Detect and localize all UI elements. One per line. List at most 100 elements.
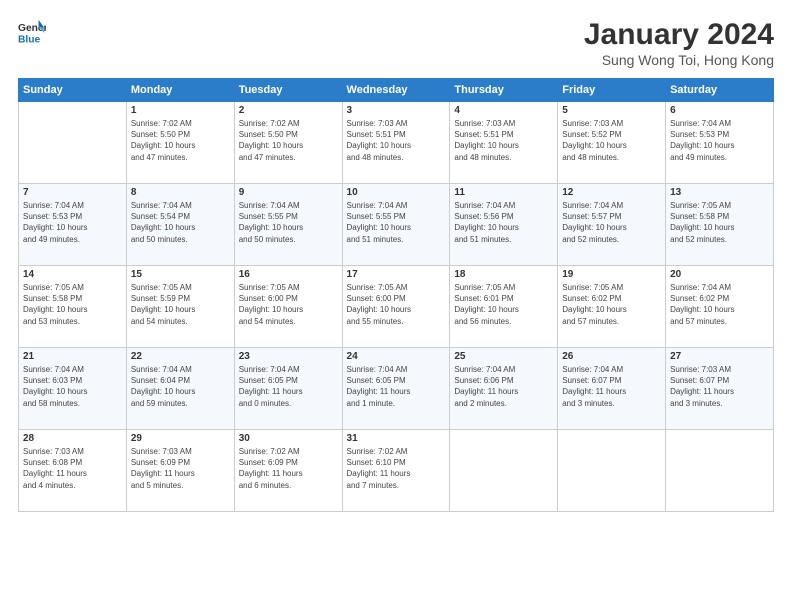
calendar-cell: 19 Sunrise: 7:05 AM Sunset: 6:02 PM Dayli… <box>558 266 666 348</box>
calendar-cell: 4 Sunrise: 7:03 AM Sunset: 5:51 PM Daylig… <box>450 102 558 184</box>
day-number: 19 <box>562 269 661 280</box>
day-number: 5 <box>562 105 661 116</box>
calendar-cell <box>666 430 774 512</box>
day-number: 4 <box>454 105 553 116</box>
title-block: January 2024 Sung Wong Toi, Hong Kong <box>584 18 774 68</box>
day-info: Sunrise: 7:02 AM Sunset: 5:50 PM Dayligh… <box>131 118 230 163</box>
day-info: Sunrise: 7:04 AM Sunset: 6:04 PM Dayligh… <box>131 364 230 409</box>
weekday-header-tuesday: Tuesday <box>234 79 342 102</box>
day-info: Sunrise: 7:05 AM Sunset: 5:59 PM Dayligh… <box>131 282 230 327</box>
location: Sung Wong Toi, Hong Kong <box>584 52 774 68</box>
calendar-cell: 7 Sunrise: 7:04 AM Sunset: 5:53 PM Daylig… <box>19 184 127 266</box>
calendar-cell: 28 Sunrise: 7:03 AM Sunset: 6:08 PM Dayli… <box>19 430 127 512</box>
day-number: 8 <box>131 187 230 198</box>
calendar-cell: 14 Sunrise: 7:05 AM Sunset: 5:58 PM Dayli… <box>19 266 127 348</box>
day-number: 30 <box>239 433 338 444</box>
calendar-cell: 8 Sunrise: 7:04 AM Sunset: 5:54 PM Daylig… <box>126 184 234 266</box>
page-header: General Blue January 2024 Sung Wong Toi,… <box>18 18 774 68</box>
calendar-table: SundayMondayTuesdayWednesdayThursdayFrid… <box>18 78 774 512</box>
day-number: 28 <box>23 433 122 444</box>
day-number: 2 <box>239 105 338 116</box>
calendar-cell: 22 Sunrise: 7:04 AM Sunset: 6:04 PM Dayli… <box>126 348 234 430</box>
calendar-cell: 17Sunrise: 7:05 AM Sunset: 6:00 PM Dayli… <box>342 266 450 348</box>
day-info: Sunrise: 7:03 AM Sunset: 5:52 PM Dayligh… <box>562 118 661 163</box>
calendar-cell <box>19 102 127 184</box>
day-number: 23 <box>239 351 338 362</box>
calendar-cell <box>450 430 558 512</box>
weekday-header-saturday: Saturday <box>666 79 774 102</box>
day-number: 7 <box>23 187 122 198</box>
day-number: 27 <box>670 351 769 362</box>
day-info: Sunrise: 7:02 AM Sunset: 6:10 PM Dayligh… <box>347 446 446 491</box>
weekday-header-thursday: Thursday <box>450 79 558 102</box>
week-row-1: 1 Sunrise: 7:02 AM Sunset: 5:50 PM Daylig… <box>19 102 774 184</box>
day-number: 24 <box>347 351 446 362</box>
day-info: Sunrise: 7:05 AM Sunset: 6:02 PM Dayligh… <box>562 282 661 327</box>
day-info: Sunrise: 7:05 AM Sunset: 5:58 PM Dayligh… <box>23 282 122 327</box>
day-info: Sunrise: 7:04 AM Sunset: 5:54 PM Dayligh… <box>131 200 230 245</box>
week-row-5: 28 Sunrise: 7:03 AM Sunset: 6:08 PM Dayli… <box>19 430 774 512</box>
calendar-cell: 24 Sunrise: 7:04 AM Sunset: 6:05 PM Dayli… <box>342 348 450 430</box>
day-number: 10 <box>347 187 446 198</box>
day-info: Sunrise: 7:04 AM Sunset: 6:02 PM Dayligh… <box>670 282 769 327</box>
week-row-4: 21Sunrise: 7:04 AM Sunset: 6:03 PM Dayli… <box>19 348 774 430</box>
day-info: Sunrise: 7:05 AM Sunset: 6:00 PM Dayligh… <box>239 282 338 327</box>
weekday-header-monday: Monday <box>126 79 234 102</box>
calendar-cell: 10 Sunrise: 7:04 AM Sunset: 5:55 PM Dayli… <box>342 184 450 266</box>
day-number: 3 <box>347 105 446 116</box>
svg-text:Blue: Blue <box>18 34 41 45</box>
day-number: 17 <box>347 269 446 280</box>
calendar-cell <box>558 430 666 512</box>
calendar-cell: 12 Sunrise: 7:04 AM Sunset: 5:57 PM Dayli… <box>558 184 666 266</box>
day-info: Sunrise: 7:04 AM Sunset: 5:57 PM Dayligh… <box>562 200 661 245</box>
day-number: 29 <box>131 433 230 444</box>
day-info: Sunrise: 7:04 AM Sunset: 5:56 PM Dayligh… <box>454 200 553 245</box>
day-number: 22 <box>131 351 230 362</box>
calendar-cell: 5 Sunrise: 7:03 AM Sunset: 5:52 PM Daylig… <box>558 102 666 184</box>
day-number: 14 <box>23 269 122 280</box>
calendar-cell: 25 Sunrise: 7:04 AM Sunset: 6:06 PM Dayli… <box>450 348 558 430</box>
day-info: Sunrise: 7:04 AM Sunset: 5:53 PM Dayligh… <box>23 200 122 245</box>
day-number: 12 <box>562 187 661 198</box>
day-info: Sunrise: 7:04 AM Sunset: 6:03 PM Dayligh… <box>23 364 122 409</box>
calendar-cell: 2 Sunrise: 7:02 AM Sunset: 5:50 PM Daylig… <box>234 102 342 184</box>
calendar-cell: 16 Sunrise: 7:05 AM Sunset: 6:00 PM Dayli… <box>234 266 342 348</box>
weekday-header-row: SundayMondayTuesdayWednesdayThursdayFrid… <box>19 79 774 102</box>
calendar-cell: 13Sunrise: 7:05 AM Sunset: 5:58 PM Dayli… <box>666 184 774 266</box>
day-number: 6 <box>670 105 769 116</box>
day-info: Sunrise: 7:03 AM Sunset: 6:09 PM Dayligh… <box>131 446 230 491</box>
calendar-cell: 31 Sunrise: 7:02 AM Sunset: 6:10 PM Dayli… <box>342 430 450 512</box>
day-number: 20 <box>670 269 769 280</box>
day-number: 25 <box>454 351 553 362</box>
day-info: Sunrise: 7:04 AM Sunset: 6:06 PM Dayligh… <box>454 364 553 409</box>
day-info: Sunrise: 7:04 AM Sunset: 5:53 PM Dayligh… <box>670 118 769 163</box>
day-info: Sunrise: 7:04 AM Sunset: 5:55 PM Dayligh… <box>347 200 446 245</box>
day-info: Sunrise: 7:03 AM Sunset: 5:51 PM Dayligh… <box>454 118 553 163</box>
day-info: Sunrise: 7:03 AM Sunset: 6:08 PM Dayligh… <box>23 446 122 491</box>
day-number: 18 <box>454 269 553 280</box>
day-number: 15 <box>131 269 230 280</box>
calendar-cell: 29 Sunrise: 7:03 AM Sunset: 6:09 PM Dayli… <box>126 430 234 512</box>
day-info: Sunrise: 7:05 AM Sunset: 5:58 PM Dayligh… <box>670 200 769 245</box>
day-number: 31 <box>347 433 446 444</box>
calendar-cell: 23 Sunrise: 7:04 AM Sunset: 6:05 PM Dayli… <box>234 348 342 430</box>
day-number: 26 <box>562 351 661 362</box>
day-info: Sunrise: 7:02 AM Sunset: 5:50 PM Dayligh… <box>239 118 338 163</box>
month-year: January 2024 <box>584 18 774 52</box>
calendar-cell: 15 Sunrise: 7:05 AM Sunset: 5:59 PM Dayli… <box>126 266 234 348</box>
day-number: 11 <box>454 187 553 198</box>
day-info: Sunrise: 7:04 AM Sunset: 5:55 PM Dayligh… <box>239 200 338 245</box>
calendar-cell: 11 Sunrise: 7:04 AM Sunset: 5:56 PM Dayli… <box>450 184 558 266</box>
day-info: Sunrise: 7:04 AM Sunset: 6:05 PM Dayligh… <box>239 364 338 409</box>
day-info: Sunrise: 7:04 AM Sunset: 6:05 PM Dayligh… <box>347 364 446 409</box>
day-info: Sunrise: 7:02 AM Sunset: 6:09 PM Dayligh… <box>239 446 338 491</box>
day-info: Sunrise: 7:03 AM Sunset: 6:07 PM Dayligh… <box>670 364 769 409</box>
week-row-3: 14 Sunrise: 7:05 AM Sunset: 5:58 PM Dayli… <box>19 266 774 348</box>
day-info: Sunrise: 7:05 AM Sunset: 6:01 PM Dayligh… <box>454 282 553 327</box>
day-number: 16 <box>239 269 338 280</box>
calendar-cell: 9 Sunrise: 7:04 AM Sunset: 5:55 PM Daylig… <box>234 184 342 266</box>
day-number: 9 <box>239 187 338 198</box>
day-number: 1 <box>131 105 230 116</box>
week-row-2: 7 Sunrise: 7:04 AM Sunset: 5:53 PM Daylig… <box>19 184 774 266</box>
calendar-cell: 27 Sunrise: 7:03 AM Sunset: 6:07 PM Dayli… <box>666 348 774 430</box>
